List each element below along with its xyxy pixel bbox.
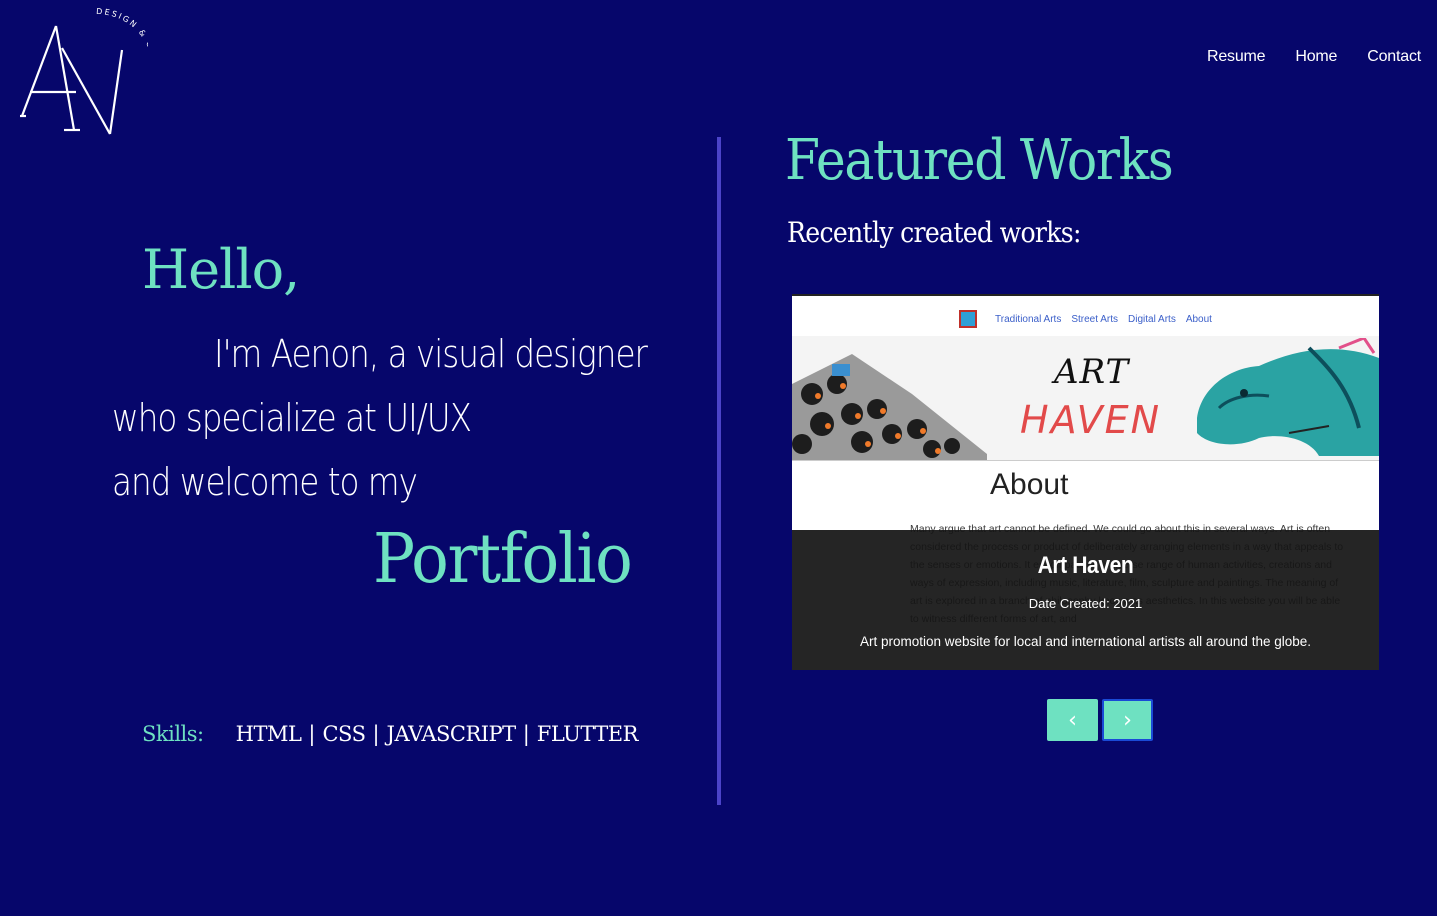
intro-line-2: who specialize at UI/UX [112,396,472,440]
portfolio-page: DESIGN & CREATE Resume Home Contact Hell… [0,0,1437,916]
skill-css: CSS [322,722,366,746]
logo-tagline: DESIGN & CREATE [96,8,148,86]
carousel-slide[interactable]: Traditional Arts Street Arts Digital Art… [792,294,1379,670]
banner-art-word: ART [1054,352,1130,392]
slide-top-border [792,294,1379,306]
puffins-illustration [792,354,987,460]
horse-illustration [1197,338,1379,456]
slide-caption-date: Date Created: 2021 [1028,596,1143,611]
an-logo[interactable]: DESIGN & CREATE [18,8,148,138]
carousel-prev-button[interactable]: ‹ [1047,699,1098,741]
site-nav-item: Digital Arts [1128,313,1176,325]
greeting-heading: Hello, [142,238,300,301]
skill-separator: | [372,722,380,746]
site-logo-icon [959,310,978,328]
top-nav: Resume Home Contact [1207,48,1421,66]
banner-haven-word: HAVEN [1020,398,1162,442]
site-nav-item: About [1185,313,1212,325]
portfolio-heading: Portfolio [373,520,633,599]
nav-resume[interactable]: Resume [1207,48,1266,66]
skill-html: HTML [235,722,302,746]
site-nav-item: Traditional Arts [995,313,1062,325]
site-nav-item: Street Arts [1071,313,1119,325]
carousel-controls: ‹ › [1047,699,1153,741]
intro-line-3: and welcome to my [112,460,418,504]
skill-separator: | [308,722,316,746]
slide-caption-description: Art promotion website for local and inte… [859,634,1311,649]
vertical-divider [717,137,721,805]
svg-text:DESIGN & CREATE: DESIGN & CREATE [96,8,148,86]
skills-row: Skills: HTML | CSS | JAVASCRIPT | FLUTTE… [142,722,638,746]
intro-line-1: I'm Aenon, a visual designer [214,332,648,376]
skill-javascript: JAVASCRIPT [386,722,517,746]
nav-home[interactable]: Home [1295,48,1337,66]
slide-site-nav: Traditional Arts Street Arts Digital Art… [792,310,1379,328]
featured-works-heading: Featured Works [785,128,1174,193]
skill-separator: | [522,722,530,746]
slide-about-heading: About [990,468,1069,501]
slide-banner: ART HAVEN [792,336,1379,461]
slide-caption-title: Art Haven [1037,552,1134,579]
skill-flutter: FLUTTER [536,722,639,746]
skills-label: Skills: [142,722,204,746]
nav-contact[interactable]: Contact [1367,48,1421,66]
featured-works-subtitle: Recently created works: [787,216,1082,249]
carousel-next-button[interactable]: › [1102,699,1153,741]
